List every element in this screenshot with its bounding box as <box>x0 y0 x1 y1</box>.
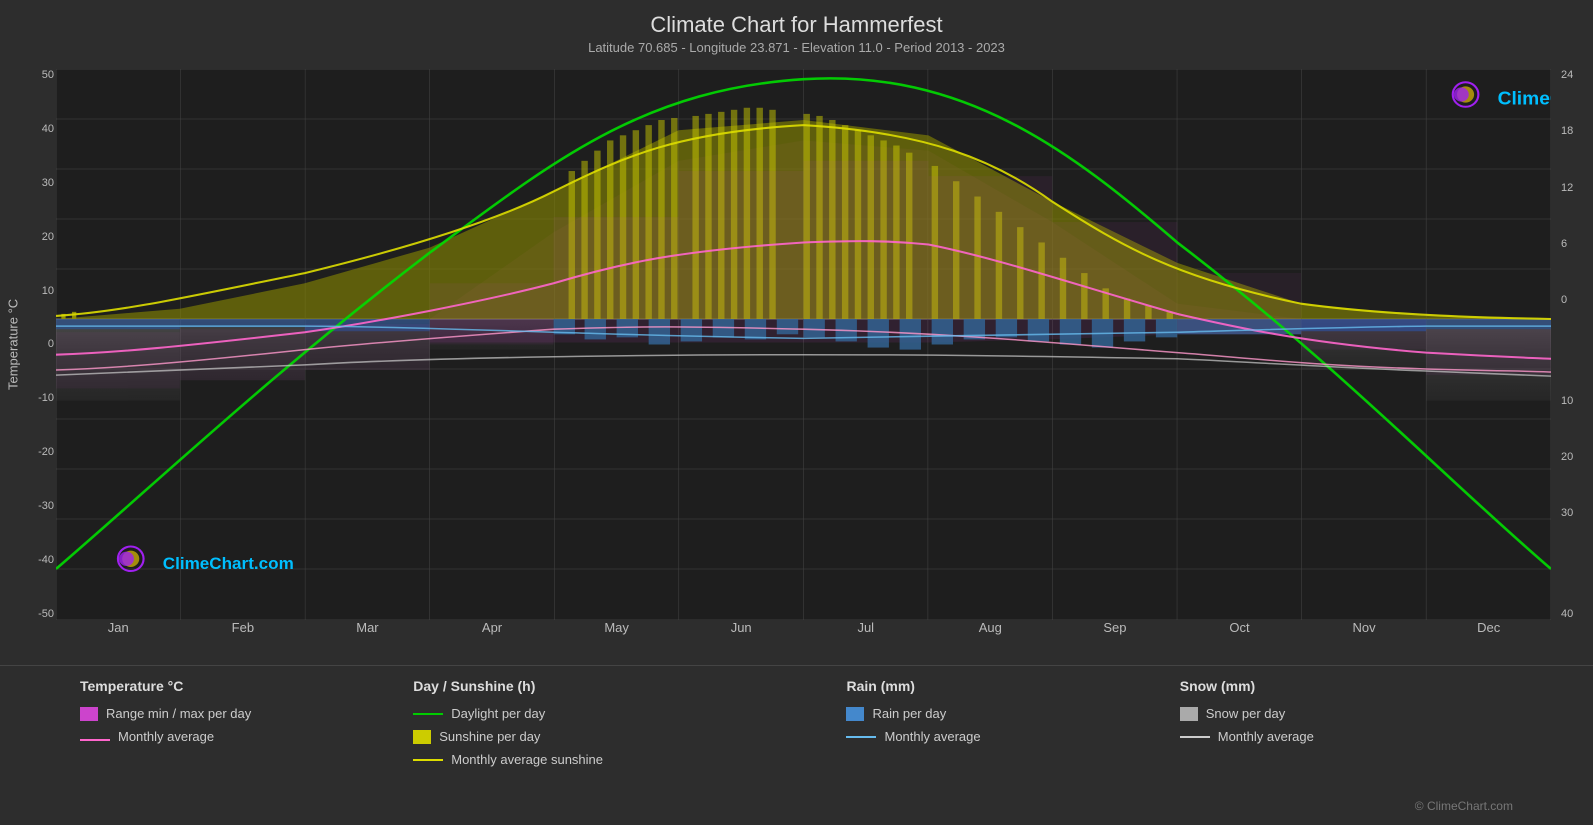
rain-avg-line <box>846 736 876 738</box>
legend-sunshine: Day / Sunshine (h) Daylight per day Suns… <box>413 678 846 813</box>
x-label-feb: Feb <box>181 620 306 660</box>
x-label-jan: Jan <box>56 620 181 660</box>
legend-item-sunshine: Sunshine per day <box>413 729 846 744</box>
daylight-line <box>413 713 443 715</box>
chart-header: Climate Chart for Hammerfest Latitude 70… <box>0 0 1593 59</box>
x-label-may: May <box>554 620 679 660</box>
svg-text:ClimeChart.com: ClimeChart.com <box>163 554 294 573</box>
x-label-oct: Oct <box>1177 620 1302 660</box>
chart-plot: ClimeChart.com ClimeChart.com <box>56 69 1551 620</box>
chart-svg: ClimeChart.com ClimeChart.com <box>56 69 1551 620</box>
chart-title: Climate Chart for Hammerfest <box>0 12 1593 38</box>
legend-item-temp-range: Range min / max per day <box>80 706 413 721</box>
svg-text:ClimeChart.com: ClimeChart.com <box>1498 88 1551 109</box>
x-label-aug: Aug <box>928 620 1053 660</box>
x-label-apr: Apr <box>430 620 555 660</box>
right-axis-top: 24 18 12 6 0 10 20 30 40 <box>1561 69 1591 620</box>
x-label-dec: Dec <box>1426 620 1551 660</box>
legend-item-snow-day: Snow per day <box>1180 706 1513 721</box>
snow-avg-line <box>1180 736 1210 738</box>
legend-item-temp-avg: Monthly average <box>80 729 413 744</box>
x-label-jul: Jul <box>803 620 928 660</box>
temp-avg-line <box>80 739 110 741</box>
legend-title-sun: Day / Sunshine (h) <box>413 678 846 694</box>
legend-title-temp: Temperature °C <box>80 678 413 694</box>
x-label-jun: Jun <box>679 620 804 660</box>
left-axis-title: Temperature °C <box>6 340 21 390</box>
legend-item-rain-day: Rain per day <box>846 706 1179 721</box>
legend-snow: Snow (mm) Snow per day Monthly average ©… <box>1180 678 1513 813</box>
legend-item-sun-avg: Monthly average sunshine <box>413 752 846 767</box>
legend-temperature: Temperature °C Range min / max per day M… <box>80 678 413 813</box>
x-label-sep: Sep <box>1053 620 1178 660</box>
legend-area: Temperature °C Range min / max per day M… <box>0 665 1593 825</box>
legend-title-rain: Rain (mm) <box>846 678 1179 694</box>
chart-subtitle: Latitude 70.685 - Longitude 23.871 - Ele… <box>0 40 1593 55</box>
temp-range-swatch <box>80 707 98 721</box>
x-axis: Jan Feb Mar Apr May Jun Jul Aug Sep Oct … <box>56 620 1551 660</box>
legend-item-snow-avg: Monthly average <box>1180 729 1513 744</box>
chart-container: Climate Chart for Hammerfest Latitude 70… <box>0 0 1593 825</box>
legend-title-snow: Snow (mm) <box>1180 678 1513 694</box>
watermark: © ClimeChart.com <box>1415 799 1513 813</box>
sun-avg-line <box>413 759 443 761</box>
snow-swatch <box>1180 707 1198 721</box>
legend-rain: Rain (mm) Rain per day Monthly average <box>846 678 1179 813</box>
legend-item-rain-avg: Monthly average <box>846 729 1179 744</box>
rain-swatch <box>846 707 864 721</box>
x-label-mar: Mar <box>305 620 430 660</box>
x-label-nov: Nov <box>1302 620 1427 660</box>
legend-item-daylight: Daylight per day <box>413 706 846 721</box>
sunshine-swatch <box>413 730 431 744</box>
